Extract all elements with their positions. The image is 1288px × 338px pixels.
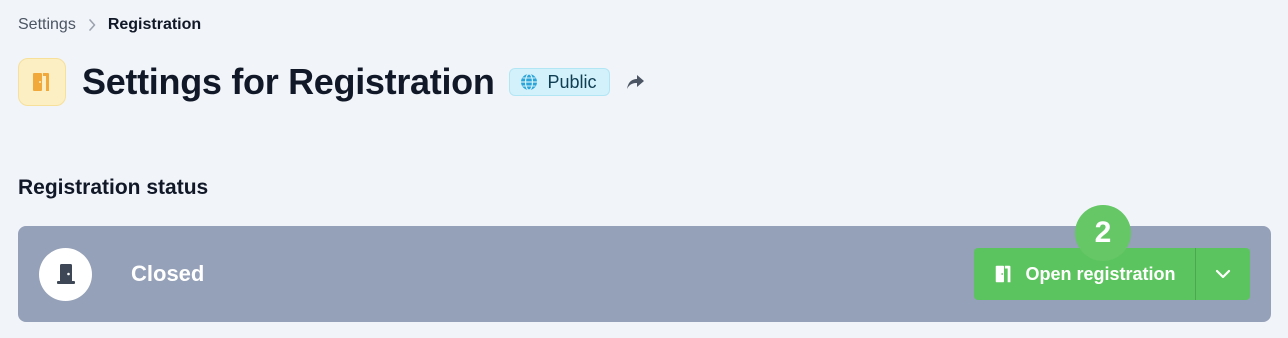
status-label: Closed xyxy=(131,261,205,286)
open-registration-button[interactable]: Open registration xyxy=(974,248,1195,300)
breadcrumb: Settings Registration xyxy=(18,16,201,34)
visibility-badge-label: Public xyxy=(547,71,597,92)
chevron-down-icon xyxy=(1215,269,1231,279)
globe-icon xyxy=(520,73,537,91)
door-open-icon xyxy=(18,58,66,106)
step-number-badge: 2 xyxy=(1075,205,1131,261)
page-title: Settings for Registration xyxy=(82,61,495,102)
door-open-icon xyxy=(996,265,1011,283)
breadcrumb-current: Registration xyxy=(107,16,202,33)
section-title: Registration status xyxy=(18,176,209,199)
visibility-badge: Public xyxy=(508,68,610,96)
share-arrow-icon[interactable] xyxy=(624,70,648,94)
open-registration-label: Open registration xyxy=(1025,263,1176,284)
door-closed-icon xyxy=(39,247,92,301)
open-registration-dropdown[interactable] xyxy=(1195,248,1250,300)
chevron-right-icon xyxy=(88,19,96,31)
page-header: Settings for Registration Public xyxy=(18,58,648,106)
breadcrumb-settings-link[interactable]: Settings xyxy=(18,16,76,34)
